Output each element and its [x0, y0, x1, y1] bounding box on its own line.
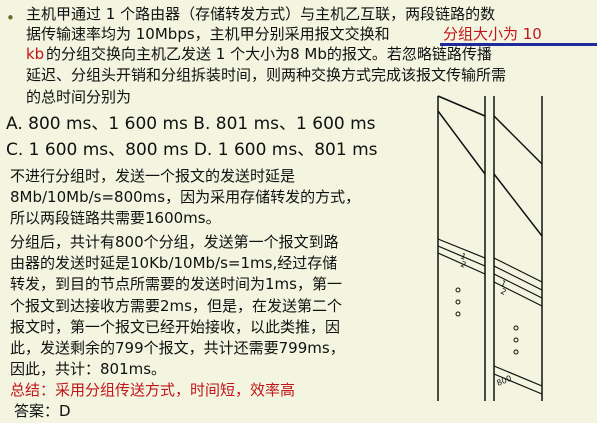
question-line-2: 据传输速率均为 10Mbps，主机甲分别采用报文交换和 — [26, 25, 390, 43]
question-highlight-2: kb — [26, 45, 45, 63]
ellipsis-dot — [513, 337, 519, 343]
options-row-1: A. 800 ms、1 600 ms B. 801 ms、1 600 ms — [6, 114, 376, 134]
explanation-line-9: 此，发送剩余的799个报文，共计还需要799ms， — [10, 339, 345, 357]
explanation-line-3: 所以两段链路共需要1600ms。 — [10, 209, 221, 227]
summary-text: 总结：采用分组传送方式，时间短，效率高 — [10, 381, 296, 399]
forward-end-edge — [493, 173, 543, 237]
answer-text: 答案：D — [14, 402, 71, 420]
explanation-line-2: 8Mb/10Mb/s=800ms，因为采用存储转发的方式， — [10, 188, 361, 206]
explanation-line-8: 报文时，第一个报文已经开始接收，以此类推，因 — [10, 318, 341, 336]
explanation-line-6: 转发，到目的节点所需要的发送时间为1ms，第一 — [10, 275, 342, 293]
ellipsis-dot — [513, 349, 519, 355]
explanation-line-1: 不进行分组时，发送一个报文的发送时延是 — [10, 167, 296, 185]
bullet-marker: • — [6, 9, 15, 27]
explanation-line-5: 由器的发送时延是10Kb/10Mb/s=1ms,经过存储 — [10, 254, 338, 272]
options-row-2: C. 1 600 ms、800 ms D. 1 600 ms、801 ms — [6, 140, 378, 160]
message-switching-diagram — [437, 95, 543, 237]
packet-label: 2 — [499, 287, 507, 297]
question-line-3: 的分组交换向主机乙发送 1 个大小为8 Mb的报文。若忽略链路传播 — [46, 45, 492, 63]
explanation-line-10: 因此，共计：801ms。 — [10, 360, 167, 378]
question-line-4: 延迟、分组头开销和分组拆装时间，则两种交换方式完成该报文传输所需 — [26, 66, 507, 84]
message-start-edge — [437, 95, 486, 117]
slide: • 主机甲通过 1 个路由器（存储转发方式）与主机乙互联，两段链路的数 据传输速… — [0, 0, 597, 423]
ellipsis-dot — [513, 325, 519, 331]
forward-start-edge — [493, 115, 543, 165]
explanation-line-4: 分组后，共计有800个分组，发送第一个报文到路 — [10, 233, 339, 251]
ellipsis-dot — [455, 311, 461, 317]
packet-label: 2 — [459, 260, 467, 270]
explanation-line-7: 个报文到达接收方需要2ms，但是，在发送第二个 — [10, 297, 342, 315]
ellipsis-dot — [455, 299, 461, 305]
question-line-1: 主机甲通过 1 个路由器（存储转发方式）与主机乙互联，两段链路的数 — [26, 5, 496, 23]
packet-switching-diagram: 1 2 1 2 800 — [437, 236, 543, 401]
message-end-edge — [437, 110, 486, 175]
question-line-5: 的总时间分别为 — [26, 88, 132, 106]
question-highlight-1: 分组大小为 10 — [443, 25, 542, 43]
ellipsis-dot — [455, 287, 461, 293]
